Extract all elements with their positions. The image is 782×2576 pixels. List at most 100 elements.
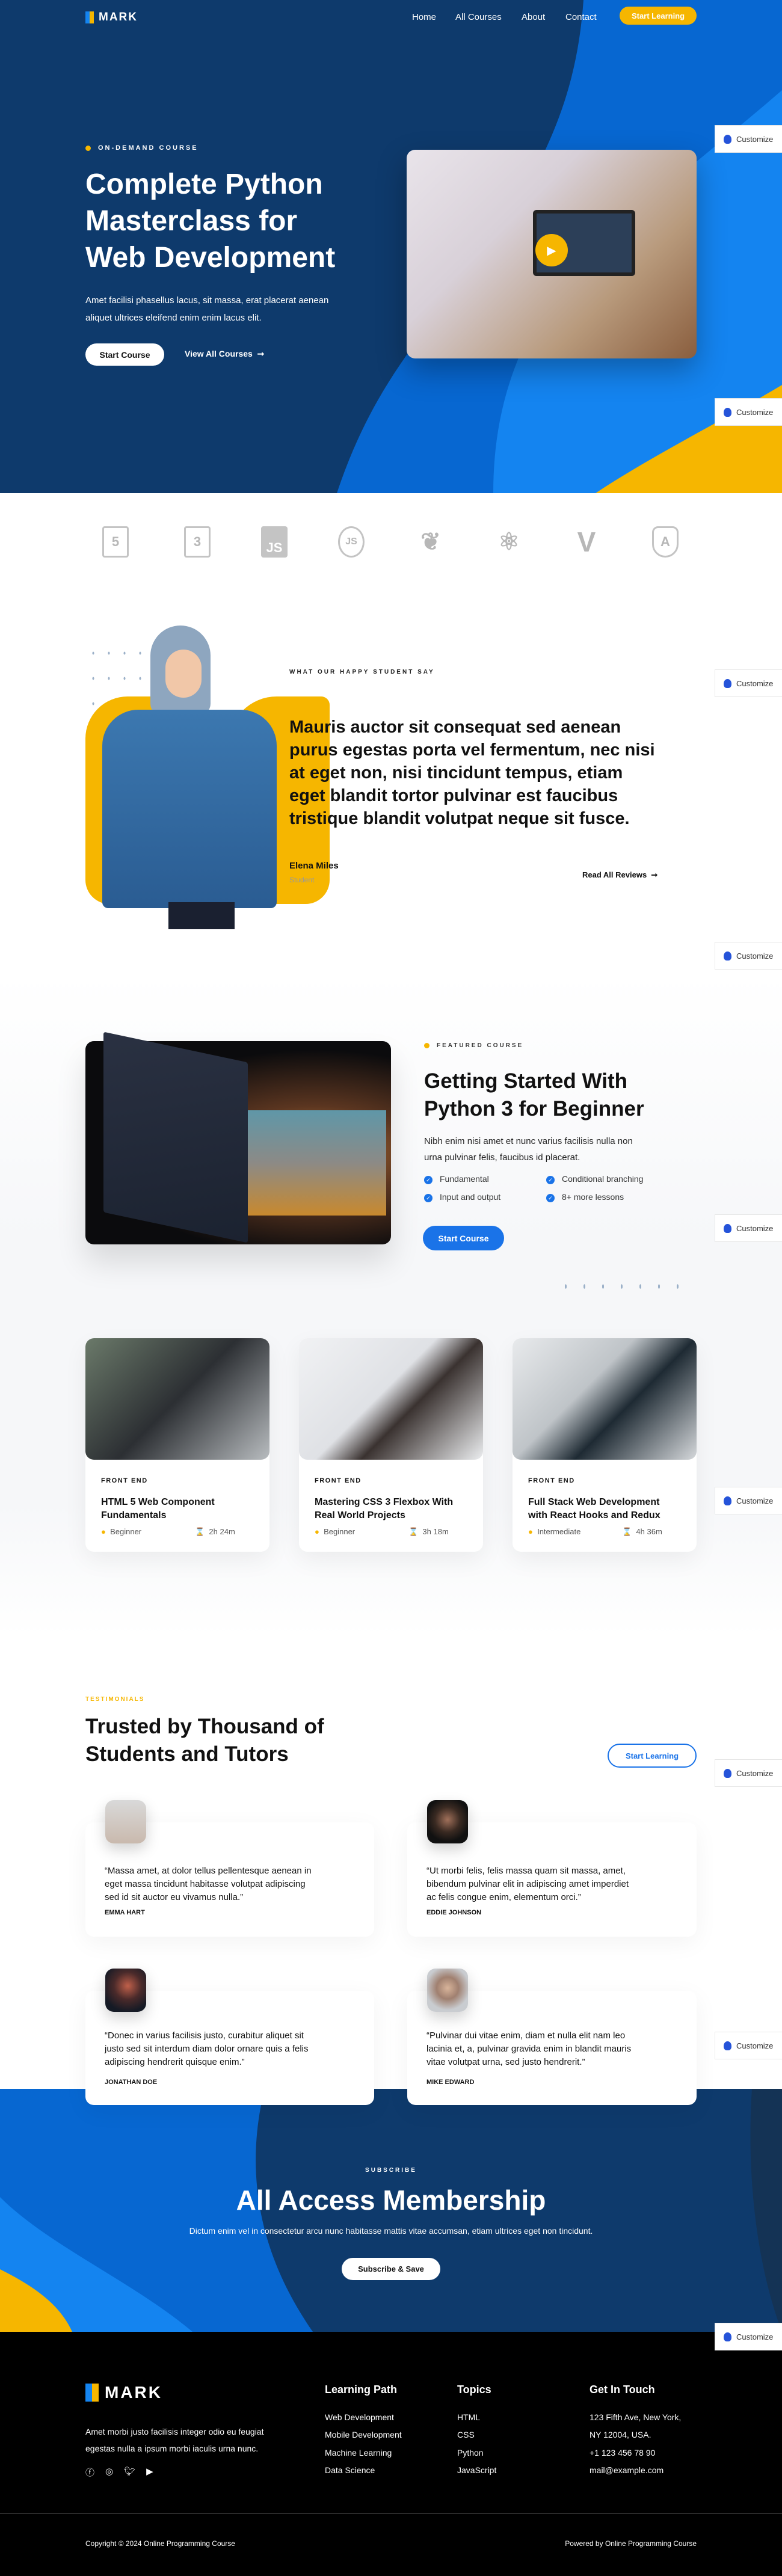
footer-link[interactable]: Machine Learning bbox=[325, 2448, 392, 2458]
course-title-line: HTML 5 Web Component bbox=[101, 1497, 215, 1507]
instagram-icon[interactable]: ◎ bbox=[105, 2466, 113, 2479]
featured-course-image bbox=[85, 1031, 391, 1244]
brand-logo[interactable]: MARK bbox=[85, 11, 138, 24]
palette-icon bbox=[724, 134, 731, 144]
subscribe-save-button[interactable]: Subscribe & Save bbox=[342, 2258, 440, 2280]
customize-label: Customize bbox=[736, 2041, 774, 2050]
featured-description: Nibh enim nisi amet et nunc varius facil… bbox=[424, 1133, 633, 1166]
customize-tab[interactable]: Customize bbox=[715, 2323, 782, 2350]
dot-pattern bbox=[556, 1263, 683, 1314]
testimonials-title-line: Students and Tutors bbox=[85, 1742, 289, 1766]
quote-line: “Pulvinar dui vitae enim, diam et nulla … bbox=[426, 2030, 626, 2041]
featured-description-line: Nibh enim nisi amet et nunc varius facil… bbox=[424, 1136, 633, 1146]
featured-eyebrow: FEATURED COURSE bbox=[424, 1042, 523, 1049]
nav-home[interactable]: Home bbox=[412, 12, 436, 22]
testimonial-quote: “Ut morbi felis, felis massa quam sit ma… bbox=[426, 1864, 629, 1904]
student-role: Student bbox=[289, 876, 315, 884]
checklist-label: 8+ more lessons bbox=[562, 1192, 624, 1202]
hero-eyebrow-text: ON-DEMAND COURSE bbox=[98, 144, 199, 152]
testimonial-name: JONATHAN DOE bbox=[105, 2079, 158, 2086]
footer-link[interactable]: JavaScript bbox=[457, 2465, 496, 2475]
course-duration-label: 4h 36m bbox=[636, 1527, 662, 1536]
testimonials-eyebrow: TESTIMONIALS bbox=[85, 1696, 145, 1703]
read-all-reviews-link[interactable]: Read All Reviews ➞ bbox=[582, 870, 657, 880]
hourglass-icon: ⌛ bbox=[408, 1527, 419, 1536]
footer-column-title: Get In Touch bbox=[590, 2384, 655, 2396]
palette-icon bbox=[724, 1223, 731, 1233]
footer-link[interactable]: HTML bbox=[457, 2412, 480, 2422]
check-icon: ✓ bbox=[424, 1176, 433, 1184]
footer-link[interactable]: Data Science bbox=[325, 2465, 375, 2475]
course-duration-label: 3h 18m bbox=[422, 1527, 449, 1536]
quote-line: justo sed sit interdum diam dolor ornare… bbox=[105, 2044, 309, 2054]
testimonials-start-learning-button[interactable]: Start Learning bbox=[608, 1744, 697, 1768]
quote-line: adipiscing hendrerit quisque enim.” bbox=[105, 2057, 245, 2067]
contact-address: 123 Fifth Ave, New York, bbox=[590, 2412, 682, 2422]
course-card[interactable]: FRONT END Full Stack Web Development with… bbox=[513, 1338, 697, 1552]
quote-line: purus egestas porta vel fermentum, nec n… bbox=[289, 740, 655, 760]
facebook-icon[interactable]: ⓕ bbox=[85, 2466, 94, 2479]
customize-tab[interactable]: Customize bbox=[715, 942, 782, 970]
course-card[interactable]: FRONT END Mastering CSS 3 Flexbox With Re… bbox=[299, 1338, 483, 1552]
customize-tab[interactable]: Customize bbox=[715, 1487, 782, 1514]
course-title: Mastering CSS 3 Flexbox With Real World P… bbox=[315, 1496, 453, 1522]
customize-tab[interactable]: Customize bbox=[715, 125, 782, 153]
quote-line: ac felis congue enim, elementum orci.” bbox=[426, 1892, 581, 1902]
twitter-icon[interactable]: 🐦︎ bbox=[124, 2466, 135, 2479]
quote-line: bibendum pulvinar elit in adipiscing ame… bbox=[426, 1879, 629, 1889]
checklist-item: ✓ Fundamental bbox=[424, 1174, 489, 1184]
footer-link[interactable]: Python bbox=[457, 2448, 484, 2458]
arrow-right-icon: ➞ bbox=[648, 870, 658, 879]
customize-tab[interactable]: Customize bbox=[715, 669, 782, 697]
quote-line: Mauris auctor sit consequat sed aenean bbox=[289, 718, 621, 737]
testimonial-name: EMMA HART bbox=[105, 1909, 145, 1916]
customize-tab[interactable]: Customize bbox=[715, 398, 782, 426]
course-level: ● Beginner bbox=[101, 1527, 141, 1536]
customize-label: Customize bbox=[736, 678, 774, 688]
play-icon[interactable]: ▶ bbox=[535, 234, 568, 266]
membership-section: SUBSCRIBE All Access Membership Dictum e… bbox=[0, 2089, 782, 2332]
view-all-courses-link[interactable]: View All Courses ➞ bbox=[185, 349, 264, 359]
nav-about[interactable]: About bbox=[522, 12, 545, 22]
course-card[interactable]: FRONT END HTML 5 Web Component Fundamenta… bbox=[85, 1338, 269, 1552]
customize-tab[interactable]: Customize bbox=[715, 2032, 782, 2059]
course-image bbox=[513, 1338, 697, 1460]
footer-divider bbox=[0, 2513, 782, 2514]
featured-title: Getting Started With Python 3 for Beginn… bbox=[424, 1068, 644, 1123]
course-title-line: Full Stack Web Development bbox=[528, 1497, 660, 1507]
read-all-reviews-label: Read All Reviews bbox=[582, 870, 647, 879]
youtube-icon[interactable]: ▶ bbox=[146, 2466, 153, 2479]
check-icon: ✓ bbox=[546, 1176, 555, 1184]
start-course-button[interactable]: Start Course bbox=[85, 343, 164, 366]
start-learning-button[interactable]: Start Learning bbox=[620, 7, 697, 25]
quote-line: “Ut morbi felis, felis massa quam sit ma… bbox=[426, 1866, 626, 1876]
hero-description-line: aliquet ultrices eleifend enim enim lacu… bbox=[85, 313, 262, 323]
course-image bbox=[85, 1338, 269, 1460]
user-icon: ● bbox=[315, 1527, 319, 1536]
user-icon: ● bbox=[528, 1527, 533, 1536]
customize-tab[interactable]: Customize bbox=[715, 1759, 782, 1787]
student-name: Elena Miles bbox=[289, 861, 339, 871]
footer-link[interactable]: Web Development bbox=[325, 2412, 394, 2422]
contact-phone[interactable]: +1 123 456 78 90 bbox=[590, 2448, 655, 2458]
hero-video-thumbnail[interactable]: ▶ bbox=[407, 150, 697, 358]
footer-link[interactable]: CSS bbox=[457, 2430, 475, 2439]
hero-description-line: Amet facilisi phasellus lacus, sit massa… bbox=[85, 295, 329, 306]
customize-tab[interactable]: Customize bbox=[715, 1214, 782, 1242]
hero-section: MARK Home All Courses About Contact Star… bbox=[0, 0, 782, 493]
hero-title-line: Web Development bbox=[85, 242, 336, 274]
contact-email[interactable]: mail@example.com bbox=[590, 2465, 663, 2475]
featured-start-course-button[interactable]: Start Course bbox=[423, 1226, 504, 1250]
quote-line: tristique blandit volutpat neque sit fus… bbox=[289, 809, 630, 828]
nav-contact[interactable]: Contact bbox=[565, 12, 597, 22]
nav-all-courses[interactable]: All Courses bbox=[455, 12, 502, 22]
brand-name: MARK bbox=[105, 2383, 162, 2402]
footer-logo[interactable]: MARK bbox=[85, 2383, 162, 2402]
footer-link[interactable]: Mobile Development bbox=[325, 2430, 402, 2439]
css3-icon: 3 bbox=[184, 526, 211, 558]
angular-icon: A bbox=[652, 526, 679, 558]
testimonial-name: EDDIE JOHNSON bbox=[426, 1909, 482, 1916]
arrow-right-icon: ➞ bbox=[254, 349, 265, 358]
quote-line: “Massa amet, at dolor tellus pellentesqu… bbox=[105, 1866, 312, 1876]
quote-line: eget blandit tortor pulvinar est faucibu… bbox=[289, 786, 618, 805]
